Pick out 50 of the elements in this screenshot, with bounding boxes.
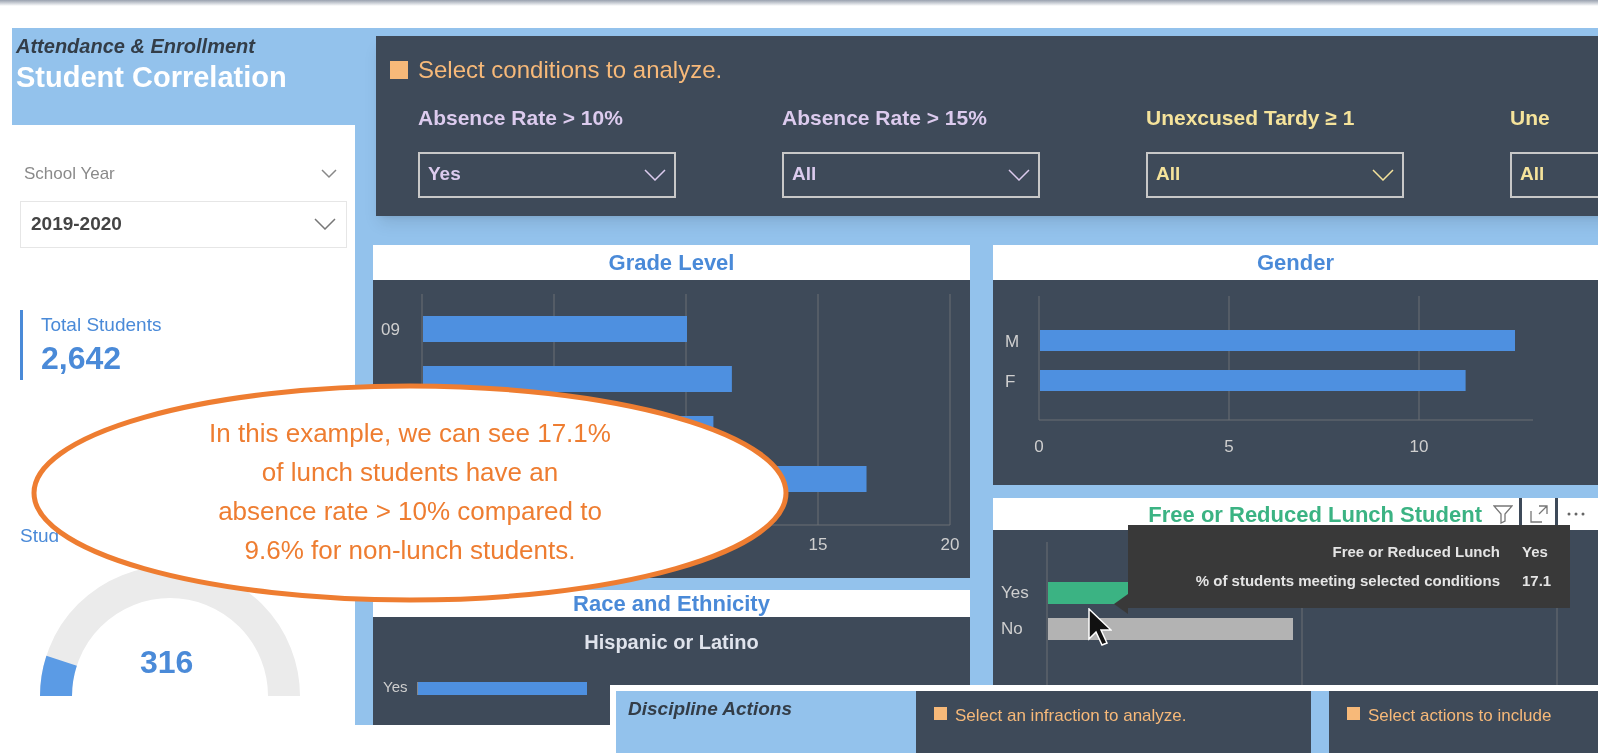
filter-label: Absence Rate > 10% bbox=[418, 105, 623, 131]
filter-prompt: Select an infraction to analyze. bbox=[955, 705, 1187, 727]
axis-tick-label: 10 bbox=[1409, 437, 1429, 456]
axis-tick-label: 15 bbox=[808, 535, 828, 554]
axis-label: 09 bbox=[381, 320, 400, 339]
filter-dropdown[interactable]: Yes bbox=[418, 151, 676, 198]
slicer-label: School Year bbox=[24, 163, 115, 185]
square-icon bbox=[390, 61, 408, 79]
chevron-down-icon[interactable] bbox=[314, 218, 336, 230]
chart-title: Gender bbox=[1257, 249, 1334, 277]
report-subtitle: Attendance & Enrollment bbox=[16, 34, 257, 59]
filter-label: Unexcused Tardy ≥ 1 bbox=[1146, 105, 1355, 131]
report-title: Student Correlation bbox=[16, 60, 288, 95]
filter-dropdown[interactable]: All bbox=[1146, 151, 1404, 198]
axis-tick-label: 0 bbox=[1034, 437, 1044, 456]
filter-icon bbox=[1492, 504, 1513, 524]
more-options-icon bbox=[1566, 512, 1586, 516]
tooltip-value: Yes bbox=[1522, 542, 1549, 562]
chart-title: Grade Level bbox=[608, 249, 735, 277]
mouse-pointer-icon bbox=[1088, 608, 1112, 646]
tooltip-label: % of students meeting selected conditions bbox=[1195, 570, 1500, 591]
gauge-label: Stud bbox=[20, 523, 60, 548]
axis-label: No bbox=[1000, 618, 1023, 640]
filter-dropdown[interactable]: All bbox=[782, 151, 1040, 198]
filter-dropdown[interactable]: All bbox=[1510, 151, 1598, 198]
kpi-value: 2,642 bbox=[41, 338, 123, 378]
chevron-down-icon[interactable] bbox=[321, 168, 337, 179]
tooltip-label: Free or Reduced Lunch bbox=[1332, 542, 1500, 562]
gauge-value: 316 bbox=[140, 643, 194, 682]
axis-tick-label: 20 bbox=[940, 535, 960, 554]
filter-label: Absence Rate > 15% bbox=[782, 105, 987, 131]
axis-label: Yes bbox=[1000, 582, 1029, 604]
square-icon bbox=[1347, 707, 1360, 720]
filter-prompt: Select actions to include bbox=[1368, 705, 1552, 727]
chart-title: Race and Ethnicity bbox=[573, 590, 770, 618]
tooltip-value: 17.1 bbox=[1522, 570, 1553, 591]
axis-label: M bbox=[1005, 331, 1020, 351]
kpi-label: Total Students bbox=[41, 312, 163, 337]
report-subtitle: Discipline Actions bbox=[628, 698, 792, 719]
filter-label: Une bbox=[1510, 105, 1550, 131]
axis-label: F bbox=[1005, 371, 1016, 391]
axis-tick-label: 5 bbox=[1224, 437, 1234, 456]
callout-text: In this example, we can see 17.1% of lunch students have an absence rate > 10% compared to 9.6% for non-lunch students. bbox=[208, 417, 612, 567]
school-year-dropdown[interactable]: 2019-2020 bbox=[20, 200, 347, 248]
focus-mode-icon bbox=[1528, 504, 1549, 524]
chart-title: Free or Reduced Lunch Student bbox=[1148, 500, 1482, 529]
filter-prompt: Select conditions to analyze. bbox=[418, 55, 723, 85]
axis-label: Yes bbox=[383, 679, 408, 695]
chart-subtitle: Hispanic or Latino bbox=[584, 630, 759, 655]
square-icon bbox=[934, 707, 947, 720]
